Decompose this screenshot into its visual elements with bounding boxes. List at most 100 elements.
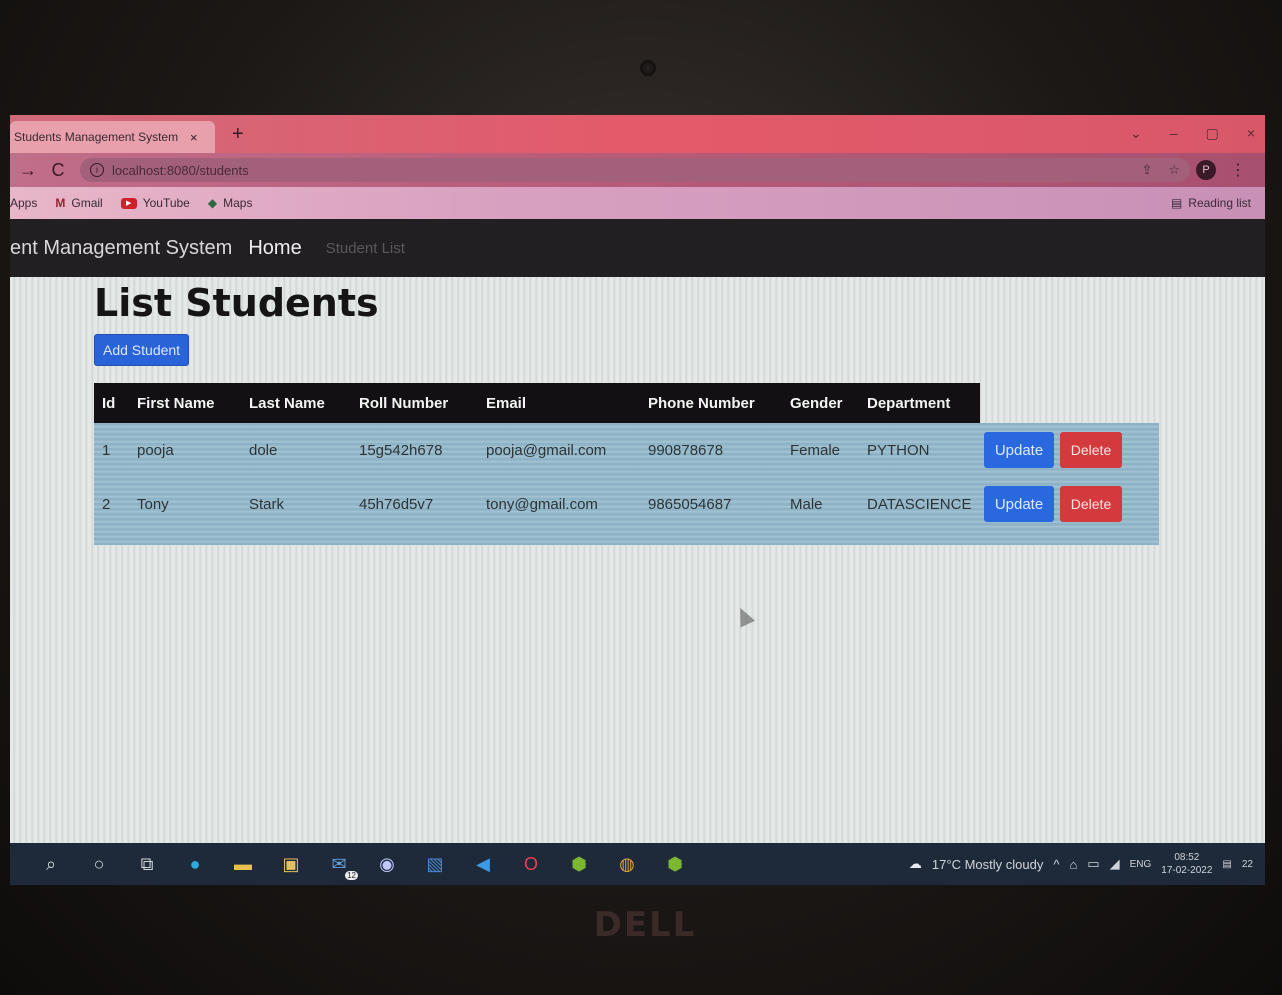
maximize-button[interactable]: ▢ <box>1206 125 1219 142</box>
dell-logo: DELL <box>593 905 697 945</box>
bookmark-youtube[interactable]: ▶ YouTube <box>120 196 190 210</box>
cortana-icon[interactable]: ○ <box>84 850 114 878</box>
cell-email: pooja@gmail.com <box>486 441 607 459</box>
window-controls: ⌄ – ▢ × <box>1130 125 1255 142</box>
app-brand[interactable]: ent Management System <box>10 237 232 260</box>
close-window-button[interactable]: × <box>1247 125 1255 142</box>
browser-menu-icon[interactable]: ⋮ <box>1230 160 1246 180</box>
table-row: 1 pooja dole 15g542h678 pooja@gmail.com … <box>94 423 1159 477</box>
cell-roll-number: 15g542h678 <box>359 441 443 459</box>
volume-icon[interactable]: ◢ <box>1110 856 1120 872</box>
nav-home-link[interactable]: Home <box>248 237 301 260</box>
cell-phone: 990878678 <box>648 441 724 459</box>
clock-time: 08:52 <box>1174 852 1200 863</box>
laptop-screen: Students Management System × + ⌄ – ▢ × →… <box>10 115 1265 885</box>
reading-list-label: Reading list <box>1188 196 1251 210</box>
cell-last-name: Stark <box>249 495 285 513</box>
new-tab-button[interactable]: + <box>232 123 244 146</box>
ide-app-icon[interactable]: ▧ <box>420 850 450 878</box>
cell-gender: Male <box>790 495 823 513</box>
bookmark-maps-label: Maps <box>223 196 253 210</box>
system-tray: ☁ 17°C Mostly cloudy ^ ⌂ ▭ ◢ ENG 08:52 1… <box>909 851 1265 877</box>
delete-button[interactable]: Delete <box>1060 486 1122 522</box>
forward-arrow-icon[interactable]: → <box>16 160 40 181</box>
chrome-icon[interactable]: ◍ <box>612 850 642 878</box>
maps-icon: ◆ <box>207 196 218 210</box>
node-app-2-icon[interactable]: ⬢ <box>660 850 690 878</box>
address-bar[interactable]: i localhost:8080/students ⇪ ☆ <box>80 158 1190 182</box>
column-header-first-name: First Name <box>137 394 215 412</box>
students-table: Id First Name Last Name Roll Number Emai… <box>94 383 1159 545</box>
column-header-department: Department <box>867 394 951 412</box>
language-indicator[interactable]: ENG <box>1130 859 1152 870</box>
cell-gender: Female <box>790 441 841 459</box>
tab-title: Students Management System <box>14 130 179 144</box>
delete-button[interactable]: Delete <box>1060 432 1122 468</box>
table-bottom-padding <box>94 531 1159 545</box>
mail-badge: 12 <box>345 871 358 880</box>
cloud-icon: ☁ <box>908 856 922 871</box>
url-text: localhost:8080/students <box>112 162 249 178</box>
minimize-button[interactable]: – <box>1170 125 1178 142</box>
edge-browser-icon[interactable]: ● <box>180 850 210 878</box>
column-header-email: Email <box>486 394 527 412</box>
network-icon[interactable]: ⌂ <box>1069 857 1077 872</box>
search-icon[interactable]: ⌕ <box>36 850 66 878</box>
disc-app-icon[interactable]: ◉ <box>372 850 402 878</box>
notification-count: 22 <box>1241 858 1253 870</box>
share-icon[interactable]: ⇪ <box>1141 162 1152 178</box>
gmail-icon: M <box>55 196 66 210</box>
bookmark-star-icon[interactable]: ☆ <box>1168 162 1180 178</box>
tab-close-icon[interactable]: × <box>190 130 198 145</box>
cell-department: DATASCIENCE <box>867 495 972 513</box>
weather-text[interactable]: 17°C Mostly cloudy <box>932 857 1043 872</box>
webcam <box>640 60 656 76</box>
add-student-button[interactable]: Add Student <box>94 334 190 366</box>
youtube-icon: ▶ <box>120 197 137 209</box>
bookmark-apps[interactable]: Apps <box>10 196 37 210</box>
cell-email: tony@gmail.com <box>486 495 598 513</box>
reload-icon[interactable]: C <box>46 160 70 181</box>
omnibox-icons: ⇪ ☆ <box>1141 162 1190 178</box>
tab-search-icon[interactable]: ⌄ <box>1130 125 1142 142</box>
update-button[interactable]: Update <box>984 486 1054 522</box>
bookmark-gmail-label: Gmail <box>71 196 103 210</box>
page-body: List Students Add Student Id First Name … <box>10 277 1265 852</box>
row-actions: Update Delete <box>980 486 1122 522</box>
browser-toolbar: → C i localhost:8080/students ⇪ ☆ P ⋮ <box>10 153 1265 187</box>
cell-phone: 9865054687 <box>648 495 732 513</box>
bookmarks-bar: Apps M Gmail ▶ YouTube ◆ Maps ▤ Reading … <box>10 187 1265 219</box>
browser-titlebar: Students Management System × + ⌄ – ▢ × <box>10 115 1265 153</box>
store-icon[interactable]: ▣ <box>276 850 306 878</box>
table-body: 1 pooja dole 15g542h678 pooja@gmail.com … <box>94 423 1159 545</box>
column-header-id: Id <box>102 394 116 412</box>
cell-roll-number: 45h76d5v7 <box>359 495 434 513</box>
cell-id: 1 <box>102 441 111 459</box>
table-row: 2 Tony Stark 45h76d5v7 tony@gmail.com 98… <box>94 477 1159 531</box>
notification-center-icon[interactable]: ▤ <box>1222 859 1231 870</box>
mail-icon[interactable]: ✉ 12 <box>324 850 358 880</box>
vscode-icon[interactable]: ◀ <box>468 850 498 878</box>
browser-tab[interactable]: Students Management System × <box>10 121 215 153</box>
battery-icon[interactable]: ▭ <box>1087 856 1099 872</box>
table-header: Id First Name Last Name Roll Number Emai… <box>94 383 980 423</box>
nav-student-list-link[interactable]: Student List <box>326 240 405 257</box>
update-button[interactable]: Update <box>984 432 1054 468</box>
show-hidden-icons-icon[interactable]: ^ <box>1053 857 1059 872</box>
laptop-photo: Students Management System × + ⌄ – ▢ × →… <box>0 0 1282 995</box>
column-header-gender: Gender <box>790 394 843 412</box>
site-info-icon[interactable]: i <box>90 163 104 177</box>
bookmark-gmail[interactable]: M Gmail <box>55 196 102 210</box>
cell-first-name: Tony <box>137 495 169 513</box>
windows-taskbar: ⌕ ○ ⧉ ● ▬ ▣ ✉ 12 ◉ ▧ ◀ O ⬢ ◍ ⬢ ☁ 17°C Mos… <box>10 843 1265 885</box>
bookmark-maps[interactable]: ◆ Maps <box>208 196 253 210</box>
clock[interactable]: 08:52 17-02-2022 <box>1161 851 1212 877</box>
column-header-last-name: Last Name <box>249 394 325 412</box>
column-header-roll-number: Roll Number <box>359 394 449 412</box>
node-app-icon[interactable]: ⬢ <box>564 850 594 878</box>
task-view-icon[interactable]: ⧉ <box>132 850 162 878</box>
file-explorer-icon[interactable]: ▬ <box>228 850 258 878</box>
profile-avatar[interactable]: P <box>1196 160 1216 180</box>
opera-icon[interactable]: O <box>516 850 546 878</box>
reading-list[interactable]: ▤ Reading list <box>1171 196 1265 210</box>
